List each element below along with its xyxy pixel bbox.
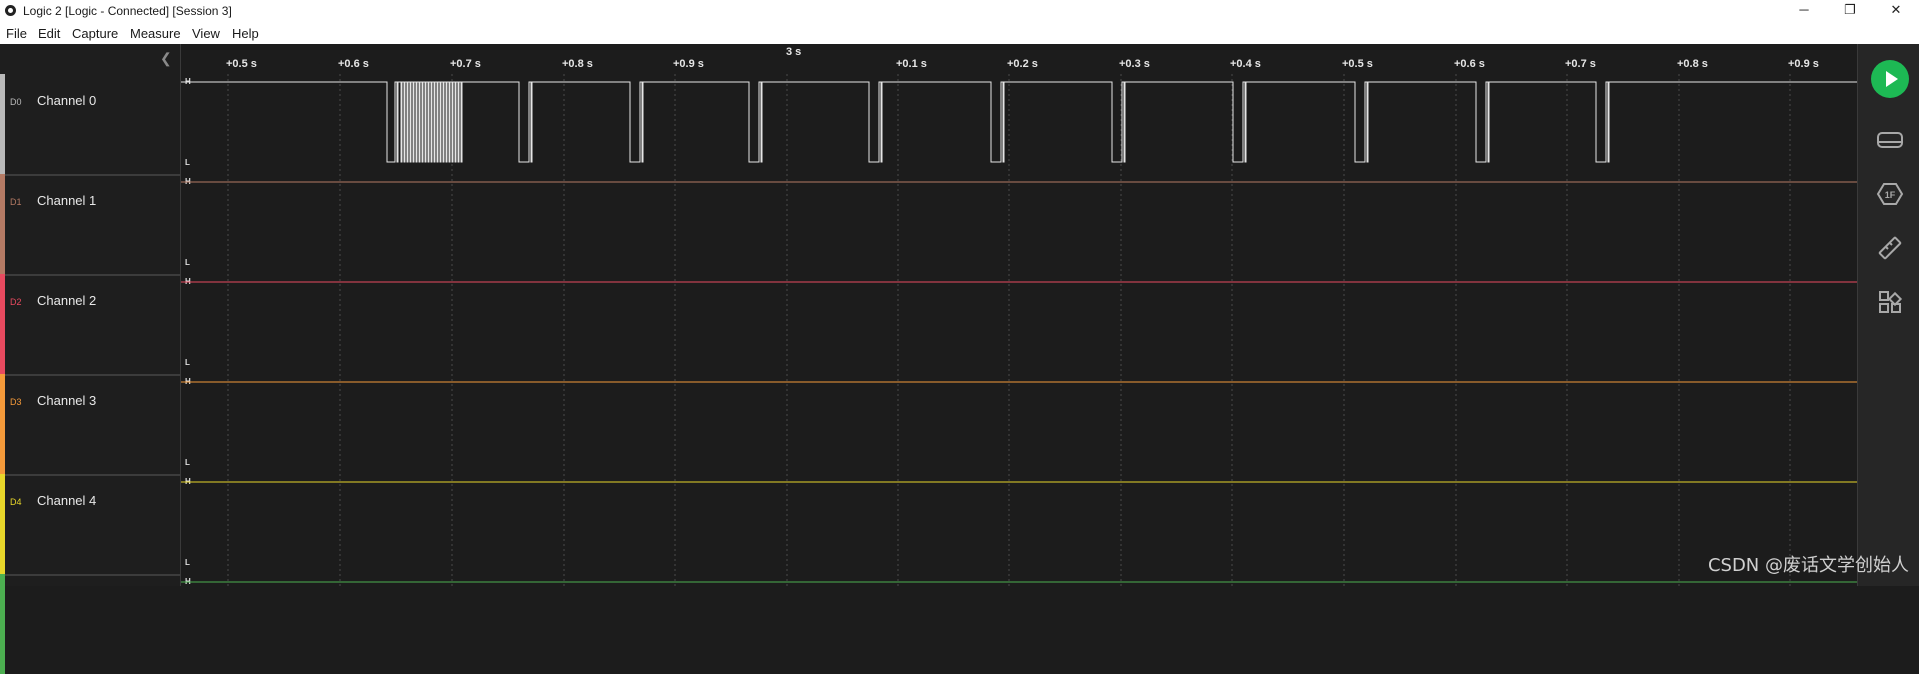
low-label: L <box>185 458 190 467</box>
menu-file[interactable]: File <box>6 26 27 41</box>
channel-color-bar <box>0 174 5 274</box>
menu-bar: File Edit Capture Measure View Help <box>0 22 1919 44</box>
ruler-center-label: 3 s <box>786 46 802 58</box>
high-label: H <box>185 77 191 86</box>
channel-name[interactable]: Channel 0 <box>37 93 96 108</box>
app-logo-icon <box>5 5 16 16</box>
channel-name[interactable]: Channel 2 <box>37 293 96 308</box>
channel-color-bar <box>0 274 5 374</box>
ruler-tick: +0.9 s <box>1788 58 1819 70</box>
channel-color-bar <box>0 374 5 474</box>
watermark-text: CSDN @废话文学创始人 <box>1707 555 1909 576</box>
menu-view[interactable]: View <box>192 26 220 41</box>
measure-icon[interactable] <box>1876 234 1904 262</box>
channel-plot[interactable] <box>181 374 1857 474</box>
menu-measure[interactable]: Measure <box>130 26 181 41</box>
minimize-button[interactable]: ─ <box>1781 0 1827 22</box>
svg-text:1F: 1F <box>1885 190 1896 200</box>
title-bar: Logic 2 [Logic - Connected] [Session 3] … <box>0 0 1919 22</box>
channel-row-0[interactable]: D0 Channel 0 H L <box>0 74 1857 176</box>
channel-row-2[interactable]: D2 Channel 2 H L <box>0 274 1857 376</box>
device-icon[interactable] <box>1876 126 1904 154</box>
channel-plot[interactable] <box>181 74 1857 174</box>
ruler-tick: +0.4 s <box>1230 58 1261 70</box>
channel-color-bar <box>0 74 5 174</box>
menu-capture[interactable]: Capture <box>72 26 118 41</box>
extensions-icon[interactable] <box>1876 288 1904 316</box>
right-toolbar: 1F <box>1857 44 1919 586</box>
channel-plot[interactable] <box>181 474 1857 574</box>
ruler-tick: +0.6 s <box>338 58 369 70</box>
channel-id: D1 <box>10 197 22 207</box>
channel-id: D3 <box>10 397 22 407</box>
low-label: L <box>185 258 190 267</box>
channel-color-bar <box>0 474 5 574</box>
high-label: H <box>185 377 191 386</box>
low-label: L <box>185 158 190 167</box>
channel-id: D4 <box>10 497 22 507</box>
close-button[interactable]: ✕ <box>1873 0 1919 22</box>
ruler-tick: +0.7 s <box>1565 58 1596 70</box>
channel-plot[interactable] <box>181 274 1857 374</box>
high-label: H <box>185 577 191 586</box>
ruler-tick: +0.8 s <box>1677 58 1708 70</box>
analyzer-icon[interactable]: 1F <box>1876 180 1904 208</box>
channel-row-4[interactable]: D4 Channel 4 H L <box>0 474 1857 576</box>
channel-plot[interactable] <box>181 174 1857 274</box>
channel-plot[interactable] <box>181 574 1857 674</box>
high-label: H <box>185 277 191 286</box>
channel-name[interactable]: Channel 1 <box>37 193 96 208</box>
channel-name[interactable]: Channel 3 <box>37 393 96 408</box>
channel-name[interactable]: Channel 4 <box>37 493 96 508</box>
ruler-tick: +0.1 s <box>896 58 927 70</box>
ruler-tick: +0.5 s <box>1342 58 1373 70</box>
high-label: H <box>185 477 191 486</box>
channel-id: D0 <box>10 97 22 107</box>
maximize-button[interactable]: ❐ <box>1827 0 1873 22</box>
ruler-tick: +0.5 s <box>226 58 257 70</box>
collapse-sidebar-icon[interactable]: ❮ <box>160 50 172 67</box>
channel-color-bar <box>0 574 5 674</box>
menu-help[interactable]: Help <box>232 26 259 41</box>
play-icon[interactable] <box>1871 60 1909 98</box>
low-label: L <box>185 558 190 567</box>
ruler-tick: +0.9 s <box>673 58 704 70</box>
ruler-tick: +0.7 s <box>450 58 481 70</box>
time-ruler[interactable]: 3 s +0.5 s +0.6 s +0.7 s +0.8 s +0.9 s +… <box>181 44 1857 74</box>
ruler-tick: +0.6 s <box>1454 58 1485 70</box>
high-label: H <box>185 177 191 186</box>
channel-row-3[interactable]: D3 Channel 3 H L <box>0 374 1857 476</box>
window-title: Logic 2 [Logic - Connected] [Session 3] <box>23 4 232 18</box>
channel-row-5[interactable]: H <box>0 574 1857 674</box>
low-label: L <box>185 358 190 367</box>
menu-edit[interactable]: Edit <box>38 26 60 41</box>
ruler-tick: +0.3 s <box>1119 58 1150 70</box>
ruler-tick: +0.2 s <box>1007 58 1038 70</box>
ruler-tick: +0.8 s <box>562 58 593 70</box>
channel-id: D2 <box>10 297 22 307</box>
channel-row-1[interactable]: D1 Channel 1 H L <box>0 174 1857 276</box>
